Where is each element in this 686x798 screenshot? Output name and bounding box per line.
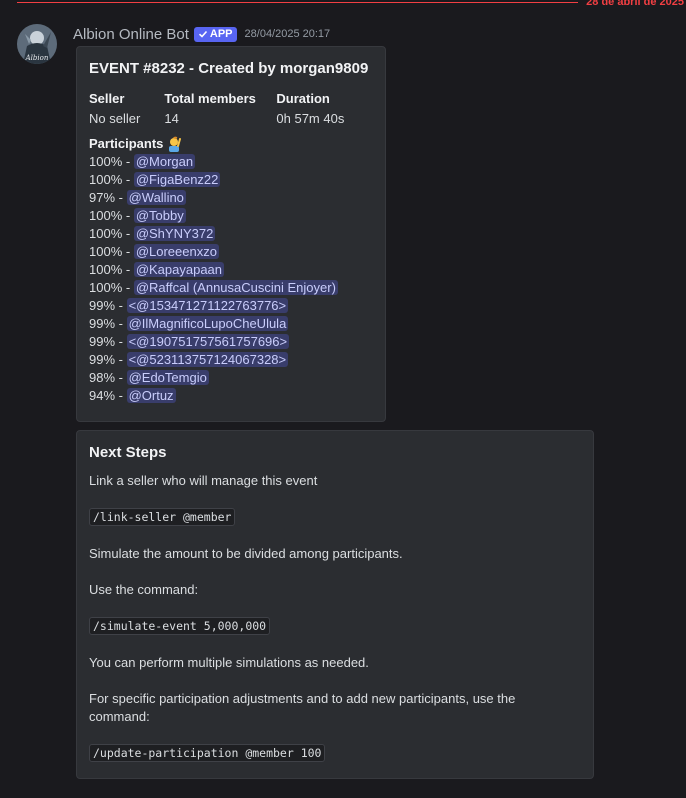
participant-mention[interactable]: @IlMagnificoLupoCheUlula: [126, 316, 289, 331]
participants-list: 100% - @Morgan 100% - @FigaBenz22 97% - …: [89, 153, 373, 405]
field-value: No seller: [89, 111, 141, 126]
participant-percent: 100% -: [89, 154, 134, 169]
participant-mention[interactable]: @Ortuz: [126, 388, 176, 403]
next-steps-text: Use the command:: [89, 582, 199, 597]
avatar[interactable]: Albion: [17, 24, 57, 64]
field-duration: Duration 0h 57m 40s: [276, 89, 373, 129]
participant-mention[interactable]: <@153471271122763776>: [126, 298, 289, 313]
list-item: 99% - <@523113757124067328>: [89, 351, 373, 369]
participant-percent: 98% -: [89, 370, 127, 385]
app-badge: APP: [193, 26, 237, 42]
participant-mention[interactable]: @Wallino: [126, 190, 186, 205]
field-name: Duration: [276, 91, 330, 106]
field-value: 0h 57m 40s: [276, 111, 345, 126]
event-embed: EVENT #8232 - Created by morgan9809 Sell…: [76, 46, 386, 422]
list-item: 94% - @Ortuz: [89, 387, 373, 405]
list-item: 98% - @EdoTemgio: [89, 369, 373, 387]
command-update-participation: /update-participation @member 100: [89, 744, 326, 762]
command-link-seller: /link-seller @member: [89, 508, 236, 526]
list-item: 100% - @Raffcal (AnnusaCuscini Enjoyer): [89, 279, 373, 297]
next-steps-text: Simulate the amount to be divided among …: [89, 546, 403, 561]
avatar-image: Albion: [17, 24, 57, 64]
participant-mention[interactable]: @Morgan: [133, 154, 196, 169]
field-name: Seller: [89, 91, 125, 106]
divider-date: 28 de abril de 2025: [586, 0, 684, 8]
field-seller: Seller No seller: [89, 89, 164, 129]
participant-percent: 100% -: [89, 262, 134, 277]
date-divider: 28 de abril de 2025: [0, 0, 686, 8]
participant-percent: 100% -: [89, 244, 134, 259]
field-total-members: Total members 14: [164, 89, 276, 129]
participant-mention[interactable]: @EdoTemgio: [126, 370, 209, 385]
message-header: Albion Online Bot APP 28/04/2025 20:17: [73, 24, 330, 44]
list-item: 97% - @Wallino: [89, 189, 373, 207]
list-item: 100% - @FigaBenz22: [89, 171, 373, 189]
timestamp[interactable]: 28/04/2025 20:17: [245, 28, 331, 40]
participant-mention[interactable]: <@523113757124067328>: [126, 352, 289, 367]
person-raising-hand-icon: [169, 136, 182, 152]
participant-percent: 99% -: [89, 352, 127, 367]
participant-mention[interactable]: <@190751757561757696>: [126, 334, 290, 349]
list-item: 100% - @Morgan: [89, 153, 373, 171]
app-badge-label: APP: [209, 28, 233, 40]
participant-mention[interactable]: @Kapayapaan: [133, 262, 225, 277]
next-steps-title: Next Steps: [89, 444, 167, 461]
event-title: EVENT #8232 - Created by morgan9809: [89, 60, 369, 77]
field-value: 14: [164, 111, 179, 126]
participant-percent: 100% -: [89, 280, 134, 295]
list-item: 99% - @IlMagnificoLupoCheUlula: [89, 315, 373, 333]
list-item: 100% - @ShYNY372: [89, 225, 373, 243]
participants-heading: Participants: [89, 135, 373, 153]
list-item: 100% - @Loreeenxzo: [89, 243, 373, 261]
list-item: 99% - <@153471271122763776>: [89, 297, 373, 315]
field-name: Total members: [164, 91, 256, 106]
next-steps-embed: Next Steps Link a seller who will manage…: [76, 430, 594, 779]
participant-percent: 94% -: [89, 388, 127, 403]
command-simulate-event: /simulate-event 5,000,000: [89, 617, 271, 635]
divider-line: [17, 2, 578, 3]
participant-percent: 99% -: [89, 334, 127, 349]
participant-mention[interactable]: @Raffcal (AnnusaCuscini Enjoyer): [133, 280, 338, 295]
participant-percent: 100% -: [89, 172, 134, 187]
participant-mention[interactable]: @Loreeenxzo: [133, 244, 219, 259]
participant-percent: 99% -: [89, 316, 127, 331]
participant-percent: 97% -: [89, 190, 127, 205]
event-fields: Seller No seller Total members 14 Durati…: [89, 89, 373, 129]
next-steps-text: For specific participation adjustments a…: [89, 691, 516, 724]
username[interactable]: Albion Online Bot: [73, 26, 189, 43]
list-item: 100% - @Kapayapaan: [89, 261, 373, 279]
checkmark-icon: [198, 30, 208, 38]
participant-mention[interactable]: @Tobby: [133, 208, 186, 223]
participant-mention[interactable]: @FigaBenz22: [133, 172, 221, 187]
next-steps-text: You can perform multiple simulations as …: [89, 655, 369, 670]
participant-mention[interactable]: @ShYNY372: [133, 226, 216, 241]
participant-percent: 100% -: [89, 226, 134, 241]
list-item: 100% - @Tobby: [89, 207, 373, 225]
participants-label: Participants: [89, 136, 164, 151]
participant-percent: 99% -: [89, 298, 127, 313]
avatar-label: Albion: [25, 54, 49, 62]
participant-percent: 100% -: [89, 208, 134, 223]
next-steps-text: Link a seller who will manage this event: [89, 473, 318, 488]
list-item: 99% - <@190751757561757696>: [89, 333, 373, 351]
